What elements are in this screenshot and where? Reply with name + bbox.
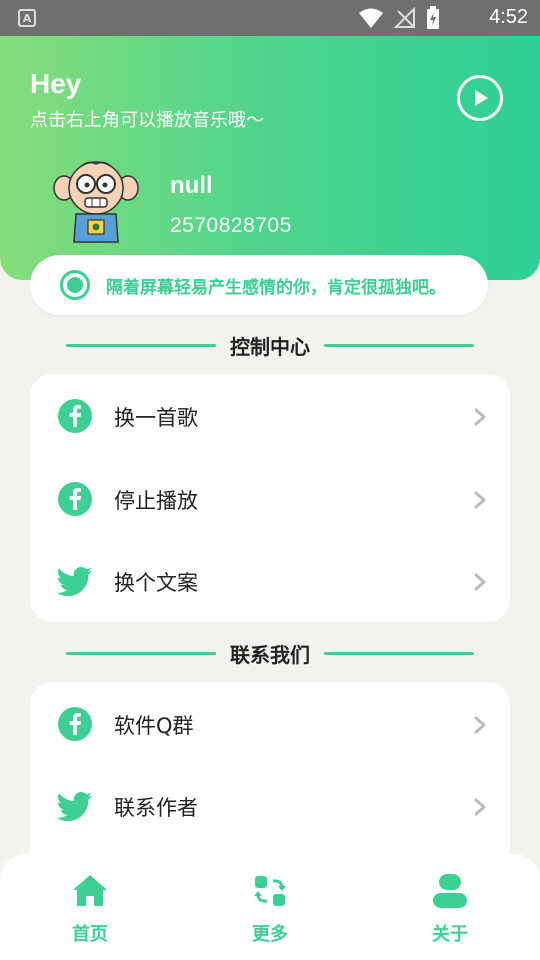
list-item-label: 软件Q群 <box>114 714 194 738</box>
status-time: 4:52 <box>489 6 528 28</box>
twitter-icon <box>57 567 92 597</box>
facebook-icon <box>58 707 92 741</box>
greeting-title: Hey <box>30 68 82 99</box>
refresh-grid-icon <box>254 876 286 906</box>
list-item-stop-playback[interactable]: 停止播放 <box>30 459 510 539</box>
play-icon <box>475 90 488 106</box>
contact-card: 软件Q群 联系作者 <box>30 682 510 882</box>
chevron-right-icon <box>474 408 486 426</box>
section-title-control: 控制中心 <box>0 330 540 360</box>
facebook-icon <box>58 482 92 516</box>
twitter-icon <box>57 792 92 822</box>
divider-line <box>324 651 474 655</box>
app-notification-icon: A <box>18 9 36 27</box>
tab-label: 首页 <box>72 924 108 945</box>
wifi-icon <box>359 8 383 28</box>
divider-line <box>66 343 216 347</box>
control-card: 换一首歌 停止播放 换个文案 <box>30 374 510 622</box>
list-item-label: 联系作者 <box>114 796 198 820</box>
divider-line <box>324 343 474 347</box>
list-item-label: 换一首歌 <box>114 406 198 430</box>
person-icon <box>433 874 467 908</box>
chevron-right-icon <box>474 798 486 816</box>
tab-home[interactable]: 首页 <box>45 872 135 952</box>
facebook-icon <box>58 399 92 433</box>
quote-text: 隔着屏幕轻易产生感情的你，肯定很孤独吧。 <box>106 278 446 298</box>
avatar[interactable] <box>52 158 140 244</box>
quote-card[interactable]: 隔着屏幕轻易产生感情的你，肯定很孤独吧。 <box>30 255 488 315</box>
list-item-qq-group[interactable]: 软件Q群 <box>30 684 510 764</box>
cartoon-avatar-icon <box>53 161 139 243</box>
status-icons <box>358 6 440 30</box>
section-title-text: 联系我们 <box>230 642 310 667</box>
divider-line <box>66 651 216 655</box>
chevron-right-icon <box>474 573 486 591</box>
battery-charging-icon <box>427 6 439 29</box>
play-music-button[interactable] <box>457 75 503 121</box>
status-bar: A 4:52 <box>0 0 540 36</box>
section-title-contact: 联系我们 <box>0 638 540 668</box>
list-item-label: 换个文案 <box>114 571 198 595</box>
list-item-change-quote[interactable]: 换个文案 <box>30 541 510 621</box>
list-item-change-song[interactable]: 换一首歌 <box>30 376 510 456</box>
tab-about[interactable]: 关于 <box>405 872 495 952</box>
home-icon <box>73 875 107 906</box>
list-item-contact-author[interactable]: 联系作者 <box>30 766 510 846</box>
list-item-label: 停止播放 <box>114 489 198 513</box>
greeting-subtitle: 点击右上角可以播放音乐哦～ <box>30 110 264 131</box>
section-title-text: 控制中心 <box>230 334 310 359</box>
tab-more[interactable]: 更多 <box>225 872 315 952</box>
bottom-tab-bar: 首页 更多 关于 <box>0 854 540 960</box>
tab-label: 更多 <box>252 924 288 945</box>
radio-dot-icon <box>60 270 90 300</box>
user-id: 2570828705 <box>170 214 292 237</box>
tab-label: 关于 <box>432 924 468 945</box>
chevron-right-icon <box>474 491 486 509</box>
no-signal-icon <box>394 7 415 28</box>
chevron-right-icon <box>474 716 486 734</box>
user-name: null <box>170 172 213 199</box>
